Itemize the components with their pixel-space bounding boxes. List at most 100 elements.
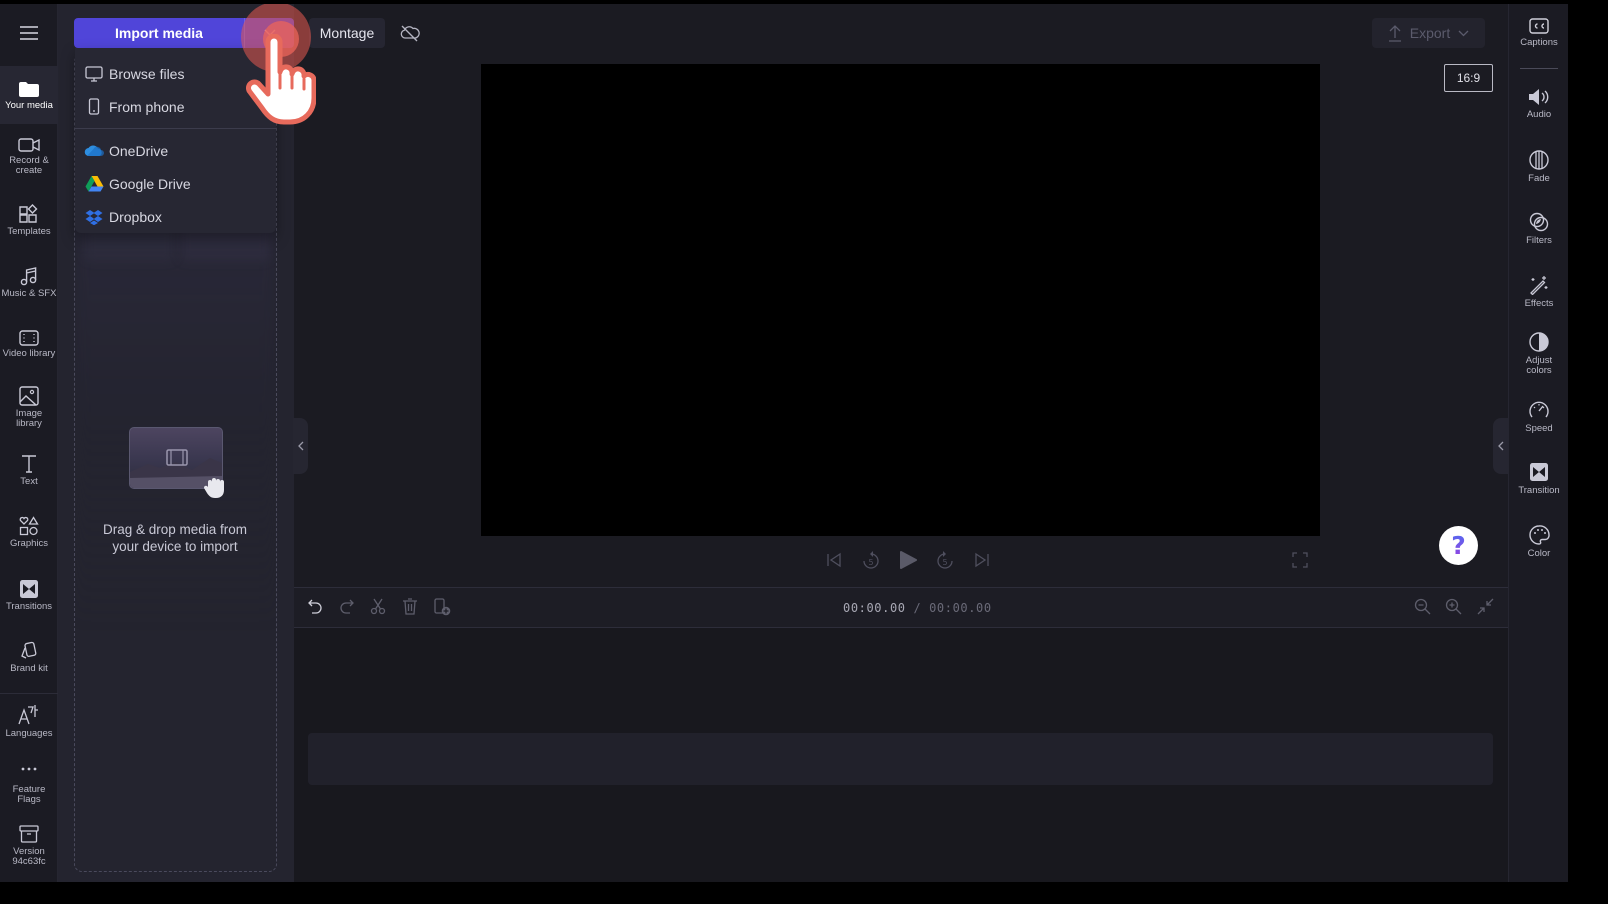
zoom-in-button[interactable] (1445, 598, 1462, 615)
nav-label: Your media (5, 99, 53, 111)
dropbox-icon (85, 209, 103, 225)
chevron-down-icon (1458, 30, 1469, 36)
nav-text[interactable]: Text (0, 454, 58, 487)
help-button[interactable]: ? (1439, 526, 1478, 565)
aspect-ratio-button[interactable]: 16:9 (1444, 64, 1493, 92)
zoom-out-button[interactable] (1414, 598, 1431, 615)
cloud-sync-button[interactable] (395, 18, 425, 48)
svg-text:5: 5 (868, 558, 873, 567)
menu-button[interactable] (0, 4, 58, 62)
left-sidebar: Your media Record & create Templates Musi… (0, 4, 58, 882)
prop-speed[interactable]: Speed (1509, 400, 1568, 434)
nav-graphics[interactable]: Graphics (0, 516, 58, 549)
nav-brand-kit[interactable]: Brand kit (0, 641, 58, 674)
skip-back-button[interactable] (815, 548, 852, 572)
zoom-out-icon (1414, 598, 1431, 615)
nav-label: Languages (5, 728, 53, 739)
trash-icon (403, 598, 417, 615)
upload-icon (1388, 25, 1401, 42)
add-clip-button[interactable] (434, 598, 451, 616)
delete-button[interactable] (402, 598, 418, 615)
video-camera-icon (18, 138, 40, 152)
import-media-label: Import media (115, 25, 203, 41)
chevron-left-icon (1497, 441, 1503, 451)
divider (1520, 68, 1558, 69)
phone-icon (88, 98, 100, 115)
nav-record-create[interactable]: Record & create (0, 137, 58, 176)
forward-5-icon: 5 (936, 551, 953, 569)
nav-label: Brand kit (10, 663, 48, 674)
nav-version[interactable]: Version 94c63fc (0, 824, 58, 867)
fullscreen-icon (1292, 552, 1308, 568)
forward-5-button[interactable]: 5 (926, 548, 963, 572)
archive-icon (19, 825, 39, 843)
nav-transitions[interactable]: Transitions (0, 579, 58, 612)
fullscreen-button[interactable] (1292, 552, 1308, 568)
fade-icon (1529, 150, 1549, 170)
menu-item-onedrive[interactable]: OneDrive (75, 134, 276, 167)
prop-fade[interactable]: Fade (1509, 150, 1568, 184)
image-icon (19, 386, 39, 406)
collapse-timeline-button[interactable] (1477, 598, 1494, 615)
onedrive-icon (84, 145, 104, 156)
language-icon (18, 705, 38, 725)
nav-your-media[interactable]: Your media (0, 66, 58, 124)
nav-image-library[interactable]: Image library (0, 386, 58, 429)
nav-label: Text (20, 476, 38, 487)
nav-languages[interactable]: Languages (0, 704, 58, 739)
undo-button[interactable] (307, 598, 323, 614)
prop-effects[interactable]: Effects (1509, 275, 1568, 309)
templates-icon (19, 204, 38, 223)
menu-item-google-drive[interactable]: Google Drive (75, 167, 276, 200)
prop-captions[interactable]: Captions (1509, 18, 1568, 48)
help-icon: ? (1451, 531, 1466, 560)
skip-forward-icon (974, 552, 989, 568)
project-title-button[interactable]: Montage (309, 18, 385, 48)
folder-icon (19, 81, 39, 97)
nav-label: Version 94c63fc (12, 846, 46, 867)
filters-icon (1529, 212, 1549, 232)
skip-forward-button[interactable] (963, 548, 1000, 572)
collapse-media-panel-button[interactable] (293, 418, 308, 474)
nav-label: Music & SFX (1, 288, 57, 299)
redo-button[interactable] (339, 598, 355, 614)
zoom-in-icon (1445, 598, 1462, 615)
nav-video-library[interactable]: Video library (0, 330, 58, 359)
rewind-5-icon: 5 (862, 551, 879, 569)
right-properties-sidebar: Captions Audio Fade Filters Effects Adju… (1508, 4, 1568, 882)
video-preview-canvas[interactable] (481, 64, 1320, 536)
prop-color[interactable]: Color (1509, 525, 1568, 559)
app-window: Your media Record & create Templates Musi… (0, 4, 1568, 882)
menu-item-dropbox[interactable]: Dropbox (75, 200, 276, 233)
nav-label: Transitions (5, 601, 53, 612)
captions-icon (1529, 18, 1549, 34)
google-drive-icon (85, 176, 103, 192)
nav-label: Image library (15, 408, 43, 429)
nav-feature-flags[interactable]: Feature Flags (0, 762, 58, 805)
palette-icon (1528, 525, 1550, 545)
collapse-properties-panel-button[interactable] (1493, 418, 1508, 474)
timecode: 00:00.00 / 00:00.00 (843, 601, 992, 615)
prop-audio[interactable]: Audio (1509, 88, 1568, 120)
nav-templates[interactable]: Templates (0, 204, 58, 237)
grab-hand-icon (203, 478, 224, 498)
export-button[interactable]: Export (1372, 18, 1485, 48)
skip-back-icon (826, 552, 841, 568)
prop-adjust-colors[interactable]: Adjust colors (1509, 332, 1568, 376)
chevron-left-icon (297, 441, 303, 451)
empty-timeline-track[interactable] (308, 733, 1493, 785)
transition-icon (20, 580, 38, 598)
collapse-icon (1477, 598, 1494, 615)
nav-music-sfx[interactable]: Music & SFX (0, 266, 58, 299)
split-button[interactable] (370, 598, 386, 615)
prop-transition[interactable]: Transition (1509, 462, 1568, 496)
rewind-5-button[interactable]: 5 (852, 548, 889, 572)
add-clip-icon (434, 598, 451, 616)
playback-controls: 5 5 (815, 548, 1000, 572)
cloud-off-icon (400, 25, 420, 42)
total-time: 00:00.00 (929, 601, 992, 615)
text-icon (22, 455, 36, 473)
svg-text:5: 5 (942, 558, 947, 567)
prop-filters[interactable]: Filters (1509, 212, 1568, 246)
play-button[interactable] (889, 548, 926, 572)
